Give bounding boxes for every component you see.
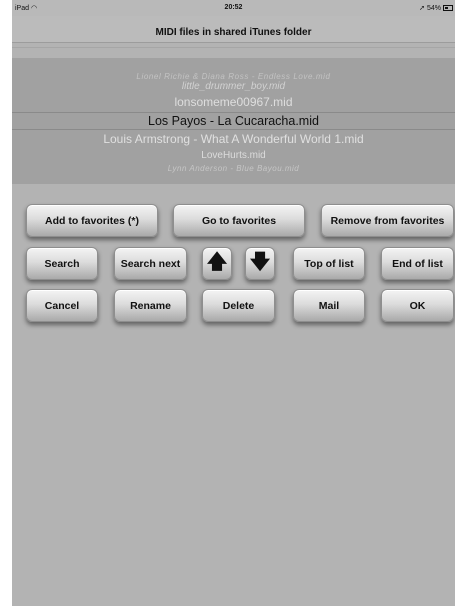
search-next-button[interactable]: Search next bbox=[114, 247, 187, 280]
page-title: MIDI files in shared iTunes folder bbox=[155, 27, 312, 38]
arrow-down-icon: 🡇 bbox=[249, 250, 271, 273]
arrow-up-button[interactable]: 🡅 bbox=[202, 247, 232, 280]
app-screen: iPad ◠ 20:52 ➚ 54% MIDI files in shared … bbox=[12, 0, 455, 606]
delete-button[interactable]: Delete bbox=[202, 289, 275, 322]
arrow-up-icon: 🡅 bbox=[206, 250, 228, 273]
divider bbox=[12, 47, 455, 48]
status-time: 20:52 bbox=[224, 4, 243, 11]
battery-percent: 54% bbox=[426, 5, 441, 12]
picker-item-selected[interactable]: Los Payos - La Cucaracha.mid bbox=[12, 114, 455, 128]
file-picker[interactable]: Lionel Richie & Diana Ross - Endless Lov… bbox=[12, 58, 455, 184]
add-to-favorites-button[interactable]: Add to favorites (*) bbox=[26, 204, 158, 237]
rename-button[interactable]: Rename bbox=[114, 289, 187, 322]
picker-item[interactable]: Lionel Richie & Diana Ross - Endless Lov… bbox=[12, 72, 455, 81]
search-button[interactable]: Search bbox=[26, 247, 98, 280]
selection-line-top bbox=[12, 112, 455, 113]
cancel-button[interactable]: Cancel bbox=[26, 289, 98, 322]
status-bar: iPad ◠ 20:52 ➚ 54% bbox=[12, 0, 455, 16]
arrow-down-button[interactable]: 🡇 bbox=[245, 247, 275, 280]
remove-from-favorites-button[interactable]: Remove from favorites bbox=[321, 204, 454, 237]
status-right: ➚ 54% bbox=[419, 4, 441, 12]
picker-item[interactable]: little_drummer_boy.mid bbox=[12, 81, 455, 92]
ok-button[interactable]: OK bbox=[381, 289, 454, 322]
go-to-favorites-button[interactable]: Go to favorites bbox=[173, 204, 305, 237]
selection-line-bottom bbox=[12, 129, 455, 130]
battery-icon bbox=[443, 5, 453, 11]
top-of-list-button[interactable]: Top of list bbox=[293, 247, 365, 280]
battery-fill bbox=[445, 7, 449, 9]
location-arrow-icon: ➚ bbox=[419, 5, 426, 12]
end-of-list-button[interactable]: End of list bbox=[381, 247, 454, 280]
picker-item[interactable]: LoveHurts.mid bbox=[12, 150, 455, 161]
picker-item[interactable]: Lynn Anderson - Blue Bayou.mid bbox=[12, 164, 455, 173]
title-bar: MIDI files in shared iTunes folder bbox=[12, 16, 455, 43]
picker-item[interactable]: lonsomeme00967.mid bbox=[12, 95, 455, 109]
picker-item[interactable]: Louis Armstrong - What A Wonderful World… bbox=[12, 132, 455, 146]
mail-button[interactable]: Mail bbox=[293, 289, 365, 322]
